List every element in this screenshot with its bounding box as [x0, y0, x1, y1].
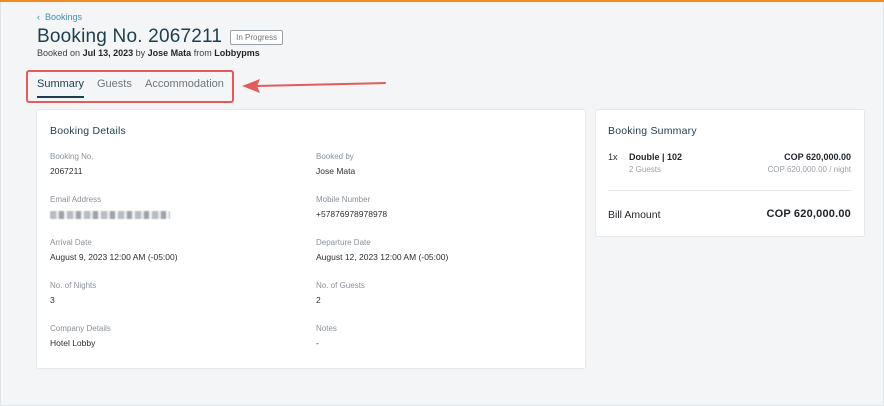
- bill-amount-label: Bill Amount: [608, 209, 661, 221]
- booked-prefix: Booked on: [37, 48, 81, 58]
- email-label: Email Address: [50, 195, 102, 204]
- status-badge: In Progress: [230, 29, 284, 45]
- company-label: Company Details: [50, 324, 111, 333]
- arrival-date-label: Arrival Date: [50, 238, 92, 247]
- tab-summary[interactable]: Summary: [37, 78, 84, 90]
- notes-value: -: [316, 338, 319, 348]
- booking-details-title: Booking Details: [50, 125, 126, 137]
- notes-label: Notes: [316, 324, 337, 333]
- departure-date-label: Departure Date: [316, 238, 371, 247]
- booking-summary-title: Booking Summary: [608, 125, 697, 137]
- page-header: Booking No. 2067211 In Progress: [37, 26, 284, 48]
- booked-by-label: Booked by: [316, 152, 354, 161]
- booking-no-label: Booking No.: [50, 152, 94, 161]
- summary-divider: [608, 190, 852, 191]
- summary-item-per-night: COP 620,000.00 / night: [767, 165, 851, 174]
- booked-by-name: Jose Mata: [147, 48, 192, 58]
- breadcrumb-bookings-link[interactable]: Bookings: [45, 12, 82, 22]
- summary-item-room: Double | 102: [629, 152, 683, 162]
- booking-no-value: 2067211: [50, 166, 83, 176]
- nights-value: 3: [50, 295, 55, 305]
- nights-label: No. of Nights: [50, 281, 97, 290]
- departure-date-value: August 12, 2023 12:00 AM (-05:00): [316, 252, 449, 262]
- mobile-value: +57876978978978: [316, 209, 388, 219]
- booked-date: Jul 13, 2023: [82, 48, 134, 58]
- active-tab-underline: [37, 96, 84, 98]
- bill-amount-value: COP 620,000.00: [766, 208, 851, 220]
- booking-source: Lobbypms: [214, 48, 260, 58]
- summary-item-guests: 2 Guests: [629, 165, 662, 174]
- arrival-date-value: August 9, 2023 12:00 AM (-05:00): [50, 252, 178, 262]
- chevron-left-icon: ‹: [37, 12, 40, 22]
- tab-accommodation[interactable]: Accommodation: [145, 78, 224, 90]
- email-value-redacted: [50, 211, 170, 219]
- booked-by-value: Jose Mata: [316, 166, 356, 176]
- by-word: by: [135, 48, 146, 58]
- annotation-arrow-icon: [242, 79, 386, 93]
- booking-details-card: [37, 110, 585, 368]
- from-word: from: [193, 48, 212, 58]
- company-value: Hotel Lobby: [50, 338, 96, 348]
- page-title: Booking No. 2067211: [37, 26, 223, 47]
- guests-count-value: 2: [316, 295, 321, 305]
- summary-item-qty: 1x: [608, 152, 618, 162]
- booked-info: Booked on Jul 13, 2023 by Jose Mata from…: [37, 48, 260, 58]
- guests-count-label: No. of Guests: [316, 281, 365, 290]
- breadcrumb[interactable]: ‹ Bookings: [37, 12, 82, 22]
- tab-guests[interactable]: Guests: [97, 78, 132, 90]
- mobile-label: Mobile Number: [316, 195, 371, 204]
- summary-item-price: COP 620,000.00: [784, 152, 851, 162]
